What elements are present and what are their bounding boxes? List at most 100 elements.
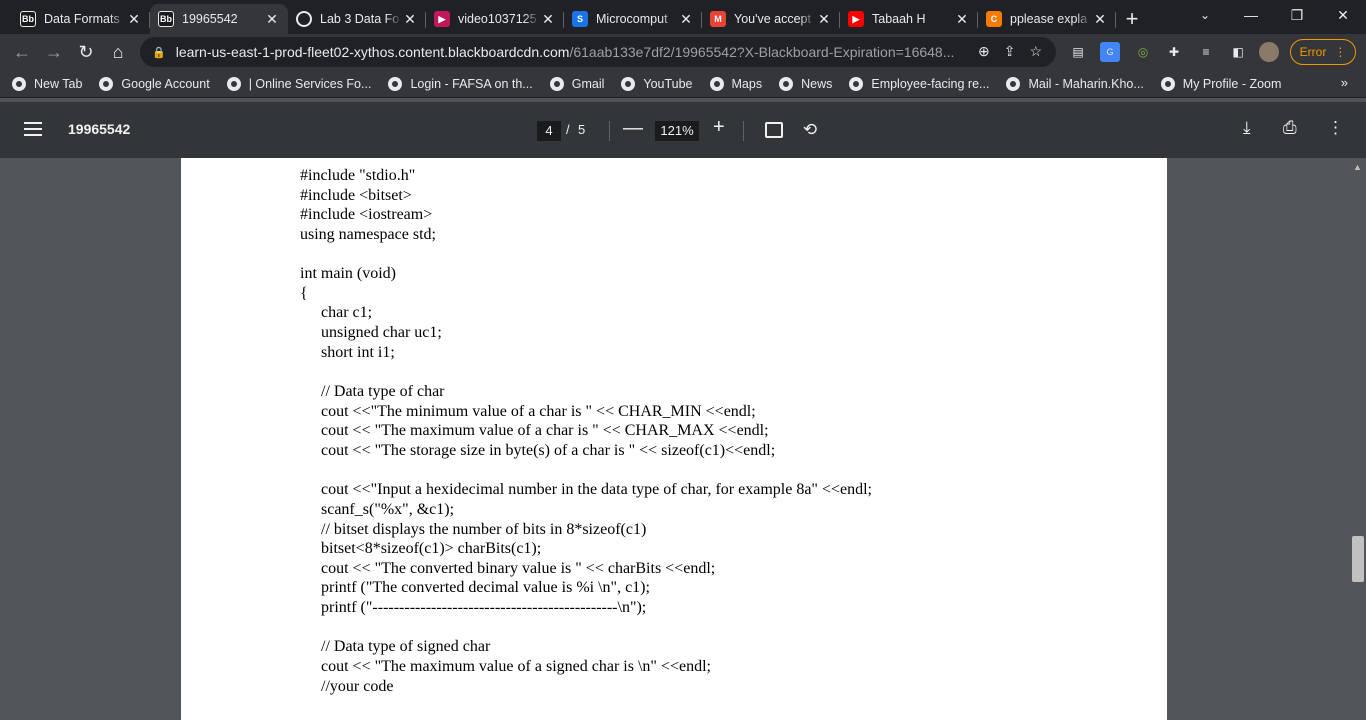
tab-favicon-icon: ▶: [848, 11, 864, 27]
code-line: {: [300, 284, 308, 302]
code-line: cout << "The storage size in byte(s) of …: [321, 441, 776, 459]
tab-close-icon[interactable]: ✕: [402, 11, 418, 28]
bookmark-item[interactable]: Google Account: [99, 76, 210, 91]
tab[interactable]: ▶ video1037125 ✕: [426, 4, 564, 34]
tab-close-icon[interactable]: ✕: [954, 11, 970, 28]
code-line: // Data type of char: [321, 383, 445, 401]
bookmark-label: Maps: [731, 76, 763, 91]
tab[interactable]: Bb 19965542 ✕: [150, 4, 288, 34]
code-line: char c1;: [321, 304, 373, 322]
tab-title: pplease expla: [1010, 12, 1088, 26]
bookmark-item[interactable]: Maps: [709, 76, 763, 91]
divider: [609, 121, 610, 141]
zoom-out-icon[interactable]: —: [623, 117, 643, 140]
new-tab-button[interactable]: +: [1116, 4, 1148, 34]
home-icon[interactable]: ⌂: [102, 36, 134, 68]
code-line: bitset<8*sizeof(c1)> charBits(c1);: [321, 540, 542, 558]
menu-icon[interactable]: [24, 122, 42, 136]
bookmark-item[interactable]: News: [779, 76, 833, 91]
bookmark-item[interactable]: Employee-facing re...: [849, 76, 989, 91]
pdf-title: 19965542: [68, 121, 131, 137]
tab-title: Lab 3 Data Fo: [320, 12, 400, 26]
tab-search-icon[interactable]: ⌄: [1190, 0, 1220, 30]
tab[interactable]: M You've accept ✕: [702, 4, 840, 34]
code-line: short int i1;: [321, 343, 395, 361]
side-panel-icon[interactable]: ◧: [1228, 42, 1248, 62]
bookmark-item[interactable]: My Profile - Zoom: [1160, 76, 1282, 91]
bookmark-item[interactable]: Login - FAFSA on th...: [388, 76, 533, 91]
code-line: unsigned char uc1;: [321, 324, 442, 342]
bookmark-label: News: [801, 76, 833, 91]
extension-translate-icon[interactable]: G: [1100, 42, 1120, 62]
bookmarks-overflow-icon[interactable]: »: [1341, 75, 1348, 90]
code-line: using namespace std;: [300, 225, 436, 243]
page-separator: /: [566, 122, 570, 137]
tab[interactable]: S Microcomput ✕: [564, 4, 702, 34]
minimize-icon[interactable]: —: [1228, 0, 1274, 30]
scrollbar-thumb[interactable]: [1352, 536, 1364, 582]
fit-page-icon[interactable]: [765, 122, 783, 138]
bookmark-star-icon[interactable]: ☆: [1029, 43, 1042, 60]
rotate-icon[interactable]: ⟲: [800, 120, 820, 140]
close-window-icon[interactable]: ✕: [1320, 0, 1366, 30]
page-total: 5: [578, 122, 586, 137]
extension-printer-icon[interactable]: ▤: [1068, 42, 1088, 62]
code-line: cout << "The converted binary value is "…: [321, 559, 716, 577]
reload-icon[interactable]: ↻: [70, 36, 102, 68]
code-line: scanf_s("%x", &c1);: [321, 500, 455, 518]
tab-close-icon[interactable]: ✕: [264, 11, 280, 28]
tab-close-icon[interactable]: ✕: [816, 11, 832, 28]
zoom-in-icon[interactable]: +: [713, 116, 725, 139]
bookmark-item[interactable]: Mail - Maharin.Kho...: [1006, 76, 1144, 91]
tab-close-icon[interactable]: ✕: [126, 11, 142, 28]
tab[interactable]: Cpplease expla ✕: [978, 4, 1116, 34]
zoom-icon[interactable]: ⊕: [978, 43, 990, 60]
tab[interactable]: Bb Data Formats ✕: [12, 4, 150, 34]
globe-icon: [226, 76, 241, 91]
tab-separator: [1115, 12, 1116, 28]
tab[interactable]: Lab 3 Data Fo ✕: [288, 4, 426, 34]
profile-avatar[interactable]: [1259, 42, 1279, 62]
lock-icon[interactable]: 🔒: [152, 46, 166, 59]
tab-close-icon[interactable]: ✕: [540, 11, 556, 28]
forward-icon[interactable]: →: [38, 36, 70, 68]
zoom-input[interactable]: 121%: [655, 121, 699, 141]
pdf-toolbar: 19965542 4 / 5 — 121% + ⟲ ⤓ ⎙ ⋮: [0, 102, 1366, 158]
more-menu-icon: ⋮: [1334, 45, 1347, 59]
more-actions-icon[interactable]: ⋮: [1327, 118, 1344, 138]
globe-icon: [12, 76, 26, 91]
tab-title: Microcomput: [596, 12, 668, 26]
pdf-viewer[interactable]: #include "stdio.h" #include <bitset> #incl…: [0, 158, 1366, 720]
bookmark-item[interactable]: New Tab: [12, 76, 82, 91]
tab[interactable]: ▶ Tabaah H ✕: [840, 4, 978, 34]
globe-icon: [388, 76, 403, 91]
restore-icon[interactable]: ❐: [1274, 0, 1320, 30]
bookmark-item[interactable]: Gmail: [549, 76, 604, 91]
print-icon[interactable]: ⎙: [1283, 118, 1297, 138]
share-icon[interactable]: ⇪: [1004, 43, 1016, 60]
url-text[interactable]: learn-us-east-1-prod-fleet02-xythos.cont…: [176, 44, 956, 60]
omnibox-actions: ⊕ ⇪ ☆: [978, 43, 1042, 60]
back-icon[interactable]: ←: [6, 36, 38, 68]
tab-close-icon[interactable]: ✕: [1092, 11, 1108, 28]
scroll-up-icon[interactable]: ▲: [1353, 162, 1362, 172]
tab-favicon-icon: [296, 11, 312, 27]
bookmark-label: | Online Services Fo...: [248, 76, 372, 91]
bookmark-item[interactable]: YouTube: [621, 76, 693, 91]
address-bar[interactable]: 🔒 learn-us-east-1-prod-fleet02-xythos.co…: [140, 37, 1056, 67]
bookmark-item[interactable]: | Online Services Fo...: [226, 76, 372, 91]
extension-circle-icon[interactable]: ◎: [1133, 42, 1153, 62]
code-line: //your code: [321, 677, 394, 695]
code-line: cout << "The maximum value of a char is …: [321, 422, 769, 440]
globe-icon: [1160, 76, 1175, 91]
globe-icon: [1006, 76, 1021, 91]
download-icon[interactable]: ⤓: [1243, 118, 1251, 138]
tab-close-icon[interactable]: ✕: [678, 11, 694, 28]
page-number-input[interactable]: 4: [537, 121, 561, 141]
reading-list-icon[interactable]: ≡: [1196, 42, 1216, 62]
scrollbar[interactable]: ▲: [1350, 158, 1366, 720]
error-button[interactable]: Error ⋮: [1290, 39, 1356, 65]
extensions-puzzle-icon[interactable]: ✚: [1164, 42, 1184, 62]
bookmark-label: My Profile - Zoom: [1182, 76, 1282, 91]
